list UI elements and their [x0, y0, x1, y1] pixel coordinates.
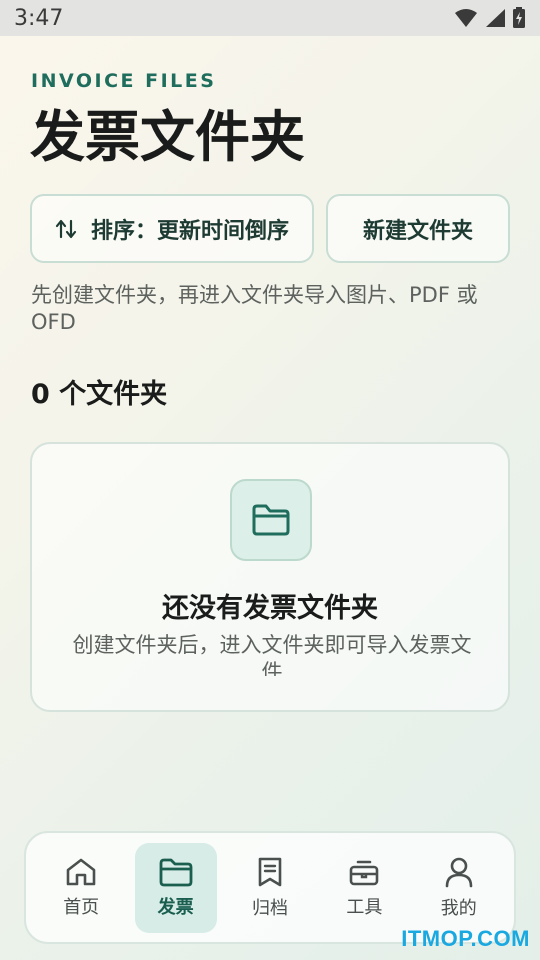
empty-folder-icon-box [230, 479, 312, 561]
person-icon [445, 857, 473, 887]
watermark: ITMOP.COM [401, 926, 530, 951]
empty-state-description: 创建文件夹后，进入文件夹即可导入发票文件 [72, 633, 472, 676]
folder-icon [159, 858, 192, 886]
signal-icon [486, 9, 505, 27]
page-title: 发票文件夹 [30, 105, 306, 169]
status-bar: 3:47 [0, 0, 540, 36]
nav-label-invoice: 发票 [157, 896, 194, 918]
sort-button-label: 排序：更新时间倒序 [90, 218, 289, 244]
nav-item-invoice[interactable]: 发票 [134, 842, 217, 933]
sort-button[interactable]: 排序：更新时间倒序 [30, 194, 314, 263]
empty-state-card: 还没有发票文件夹 创建文件夹后，进入文件夹即可导入发票文件 [30, 442, 510, 712]
folder-count: 0 个文件夹 [31, 379, 168, 410]
nav-item-tools[interactable]: 工具 [323, 843, 405, 933]
battery-icon [513, 7, 525, 28]
status-time: 3:47 [14, 5, 64, 31]
nav-label-me: 我的 [440, 897, 477, 919]
nav-label-archive: 归档 [251, 897, 288, 919]
nav-item-archive[interactable]: 归档 [229, 843, 311, 933]
import-hint: 先创建文件夹，再进入文件夹导入图片、PDF 或 OFD [31, 283, 478, 334]
home-icon [66, 858, 96, 885]
nav-label-tools: 工具 [346, 896, 383, 918]
status-icons [454, 7, 526, 29]
archive-book-icon [258, 857, 282, 886]
nav-item-home[interactable]: 首页 [40, 843, 122, 933]
nav-item-me[interactable]: 我的 [418, 843, 500, 933]
toolbox-icon [350, 860, 379, 885]
nav-label-home: 首页 [63, 896, 100, 918]
new-folder-button[interactable]: 新建文件夹 [326, 194, 510, 263]
wifi-icon [455, 9, 477, 27]
empty-state-title: 还没有发票文件夹 [162, 593, 378, 624]
page-eyebrow: INVOICE FILES [31, 70, 217, 92]
folder-icon [252, 504, 290, 536]
sort-arrows-icon [55, 219, 77, 238]
